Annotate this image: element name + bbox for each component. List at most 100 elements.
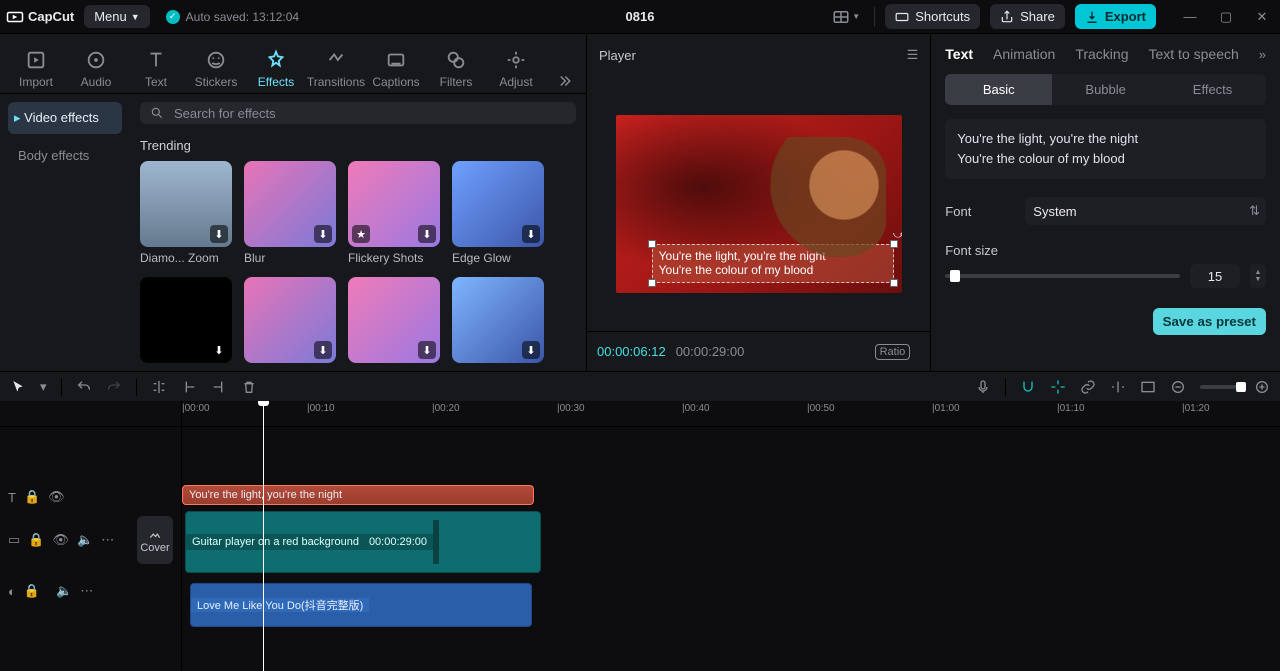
expand-tabs-button[interactable] — [546, 72, 580, 93]
more-icon[interactable]: ⋯ — [101, 532, 114, 548]
font-size-slider[interactable] — [945, 274, 1180, 278]
app-logo: CapCut — [6, 8, 74, 26]
text-clip[interactable]: You're the light, you're the night — [182, 485, 534, 505]
inspector-tab-text[interactable]: Text — [945, 46, 973, 62]
font-select[interactable]: System ⇅ — [1025, 197, 1266, 225]
media-tab-effects[interactable]: Effects — [246, 45, 306, 93]
minimize-button[interactable]: — — [1178, 9, 1202, 25]
effect-card[interactable]: ⬇ — [348, 277, 440, 363]
layout-button[interactable]: ▼ — [832, 8, 860, 26]
media-tab-filters[interactable]: Filters — [426, 45, 486, 93]
media-tab-transitions[interactable]: Transitions — [306, 45, 366, 93]
link-icon[interactable] — [1080, 379, 1096, 395]
ruler-tick: |01:10 — [1057, 403, 1085, 414]
lock-icon[interactable]: 🔒 — [24, 583, 40, 599]
split-icon[interactable] — [151, 379, 167, 395]
effects-sidenav: Video effects Body effects — [0, 94, 130, 371]
player-menu-icon[interactable]: ☰ — [907, 47, 919, 63]
subtab-effects[interactable]: Effects — [1159, 74, 1266, 105]
ratio-button[interactable]: Ratio — [875, 344, 911, 360]
effects-gallery: Trending ⬇Diamo... Zoom⬇Blur⬇★Flickery S… — [130, 94, 586, 371]
sidenav-item-body-effects[interactable]: Body effects — [8, 140, 122, 171]
video-clip[interactable]: Guitar player on a red background 00:00:… — [185, 511, 541, 573]
record-audio-icon[interactable] — [975, 379, 991, 395]
effect-card[interactable]: ⬇ — [244, 277, 336, 363]
save-preset-button[interactable]: Save as preset — [1153, 308, 1266, 335]
timeline-tracks[interactable]: |00:00|00:10|00:20|00:30|00:40|00:50|01:… — [182, 401, 1280, 671]
export-button[interactable]: Export — [1075, 4, 1156, 29]
mute-icon[interactable]: 🔈 — [56, 583, 72, 599]
inspector-tabs: Text Animation Tracking Text to speech » — [931, 34, 1280, 74]
ruler-tick: |00:10 — [307, 403, 335, 414]
player-panel: Player ☰ ⤻ You're the light, you're the … — [587, 34, 931, 371]
inspector-subtabs: BasicBubbleEffects — [945, 74, 1266, 105]
zoom-in-icon[interactable] — [1254, 379, 1270, 395]
effect-card[interactable]: ⬇★Flickery Shots — [348, 161, 440, 265]
preview-axis-icon[interactable] — [1110, 379, 1126, 395]
trim-right-icon[interactable] — [211, 379, 227, 395]
ruler-tick: |00:50 — [807, 403, 835, 414]
cover-button[interactable]: Cover — [137, 516, 173, 564]
redo-icon[interactable] — [106, 379, 122, 395]
lock-icon[interactable]: 🔒 — [28, 532, 44, 548]
visibility-icon[interactable]: 👁 — [52, 532, 69, 548]
visibility-icon[interactable]: 👁 — [48, 489, 65, 505]
ruler-tick: |00:30 — [557, 403, 585, 414]
zoom-out-icon[interactable] — [1170, 379, 1186, 395]
lock-icon[interactable]: 🔒 — [24, 489, 40, 505]
inspector-expand-icon[interactable]: » — [1259, 47, 1266, 62]
inspector-tab-animation[interactable]: Animation — [993, 46, 1055, 62]
effect-card[interactable]: ⬇Edge Glow — [452, 161, 544, 265]
delete-icon[interactable] — [241, 379, 257, 395]
inspector-tab-tracking[interactable]: Tracking — [1075, 46, 1128, 62]
media-tab-text[interactable]: Text — [126, 45, 186, 93]
auto-snap-icon[interactable] — [1050, 379, 1066, 395]
font-size-value[interactable]: 15 — [1190, 264, 1240, 288]
media-tab-captions[interactable]: Captions — [366, 45, 426, 93]
font-size-stepper[interactable]: ▲▼ — [1250, 264, 1266, 288]
text-content-input[interactable]: You're the light, you're the night You'r… — [945, 119, 1266, 179]
inspector-panel: Text Animation Tracking Text to speech » Bas… — [931, 34, 1280, 371]
shortcuts-button[interactable]: Shortcuts — [885, 4, 980, 29]
media-tab-adjust[interactable]: Adjust — [486, 45, 546, 93]
menu-button[interactable]: Menu▼ — [84, 5, 149, 28]
effects-search[interactable] — [140, 102, 576, 124]
effects-search-input[interactable] — [172, 105, 566, 122]
zoom-slider[interactable] — [1200, 385, 1240, 389]
preview-canvas[interactable]: ⤻ You're the light, you're the night You… — [616, 115, 902, 293]
mute-icon[interactable]: 🔈 — [77, 532, 93, 548]
sidenav-item-video-effects[interactable]: Video effects — [8, 102, 122, 134]
effect-card[interactable]: ⬇Diamo... Zoom — [140, 161, 232, 265]
effect-card[interactable]: ⬇ — [140, 277, 232, 363]
text-overlay[interactable]: ⤻ You're the light, you're the night You… — [652, 244, 894, 283]
close-button[interactable]: ✕ — [1250, 9, 1274, 25]
more-icon[interactable]: ⋯ — [80, 583, 93, 599]
text-track-icon: T — [8, 490, 16, 505]
video-track-icon: ▭ — [8, 532, 20, 548]
media-panel: ImportAudioTextStickersEffectsTransition… — [0, 34, 587, 371]
magnet-main-icon[interactable] — [1020, 379, 1036, 395]
share-button[interactable]: Share — [990, 4, 1065, 29]
playhead[interactable] — [263, 401, 264, 671]
font-size-label: Font size — [945, 243, 998, 258]
subtab-bubble[interactable]: Bubble — [1052, 74, 1159, 105]
audio-clip[interactable]: Love Me Like You Do(抖音完整版) — [190, 583, 532, 627]
track-layout-icon[interactable] — [1140, 379, 1156, 395]
timeline-ruler[interactable]: |00:00|00:10|00:20|00:30|00:40|00:50|01:… — [182, 401, 1280, 427]
undo-icon[interactable] — [76, 379, 92, 395]
maximize-button[interactable]: ▢ — [1214, 9, 1238, 25]
trim-left-icon[interactable] — [181, 379, 197, 395]
pointer-dropdown-icon[interactable]: ▾ — [40, 379, 47, 395]
media-tab-audio[interactable]: Audio — [66, 45, 126, 93]
inspector-tab-text-to-speech[interactable]: Text to speech — [1148, 46, 1238, 62]
ruler-tick: |01:00 — [932, 403, 960, 414]
current-time: 00:00:06:12 — [597, 344, 666, 359]
effect-card[interactable]: ⬇Blur — [244, 161, 336, 265]
media-tab-stickers[interactable]: Stickers — [186, 45, 246, 93]
font-label: Font — [945, 204, 1015, 219]
subtab-basic[interactable]: Basic — [945, 74, 1052, 105]
media-tab-import[interactable]: Import — [6, 45, 66, 93]
pointer-tool-icon[interactable] — [10, 379, 26, 395]
effect-card[interactable]: ⬇ — [452, 277, 544, 363]
window-controls: — ▢ ✕ — [1178, 9, 1274, 25]
